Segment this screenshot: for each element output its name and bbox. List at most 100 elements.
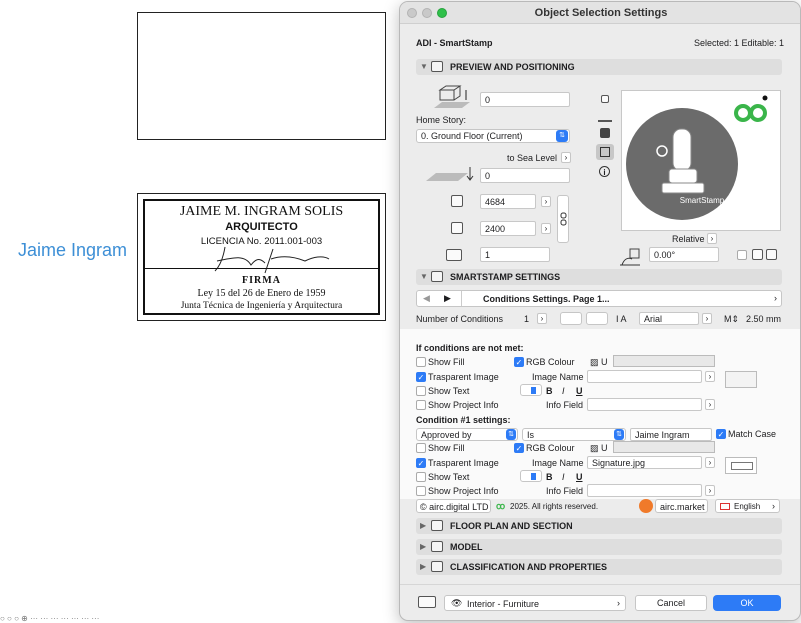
- page-title[interactable]: Conditions Settings. Page 1...: [483, 294, 610, 304]
- layer-stack-icon: [418, 596, 436, 608]
- condition-operator-select[interactable]: Is ⇅: [522, 428, 626, 441]
- underline-button[interactable]: U: [576, 386, 583, 396]
- cond-transparent-image-checkbox[interactable]: ✓: [416, 458, 426, 468]
- show-project-info-checkbox[interactable]: [416, 400, 426, 410]
- image-name-popup-button[interactable]: ›: [705, 371, 715, 382]
- collapsed-triangle-icon: ▶: [420, 542, 427, 551]
- conditions-popup-button[interactable]: ›: [537, 313, 547, 324]
- image-name-input[interactable]: [587, 370, 702, 383]
- layer-select[interactable]: 👁 Interior - Furniture ›: [444, 595, 626, 611]
- depth-popup-button[interactable]: ›: [541, 223, 551, 234]
- signature-stamp-frame[interactable]: JAIME M. INGRAM SOLIS ARQUITECTO LICENCI…: [137, 193, 386, 321]
- rotation-angle-icon: [620, 248, 640, 266]
- number-of-conditions-value[interactable]: 1: [524, 314, 529, 324]
- text-size-value[interactable]: 2.50 mm: [746, 314, 781, 324]
- market-link[interactable]: airc.market: [655, 499, 708, 513]
- condition-parameter-select[interactable]: Approved by ⇅: [416, 428, 518, 441]
- page-navigator: ◀ ▶ Conditions Settings. Page 1... ›: [416, 290, 782, 307]
- select-arrows-icon: ⇅: [614, 429, 624, 440]
- select-arrows-icon: ⇅: [506, 429, 516, 440]
- sea-level-input[interactable]: 0: [480, 168, 570, 183]
- sea-level-label: to Sea Level: [507, 153, 558, 163]
- ok-button[interactable]: OK: [713, 595, 781, 611]
- frame-style-button[interactable]: [586, 312, 608, 325]
- mirror-checkbox[interactable]: [737, 250, 747, 260]
- airc-logo-icon: ꝏ: [496, 501, 506, 511]
- show-text-checkbox[interactable]: [416, 386, 426, 396]
- font-select[interactable]: Arial: [639, 312, 699, 325]
- text-align-button[interactable]: [560, 312, 582, 325]
- match-case-checkbox[interactable]: ✓: [716, 429, 726, 439]
- cancel-button[interactable]: Cancel: [635, 595, 707, 611]
- cond-show-fill-label: Show Fill: [428, 443, 465, 453]
- bold-button[interactable]: B: [546, 386, 553, 396]
- text-colour-button[interactable]: [520, 384, 542, 396]
- cond-info-field-popup-button[interactable]: ›: [705, 485, 715, 496]
- show-fill-checkbox[interactable]: [416, 357, 426, 367]
- status-bar-fragment: ○ ○ ○ ⊕ ··· ··· ··· ··· ··· ··· ···: [0, 614, 100, 623]
- home-story-label: Home Story:: [416, 115, 467, 125]
- cond-text-colour-button[interactable]: [520, 470, 542, 482]
- info-icon[interactable]: i: [599, 166, 610, 177]
- text-size-icon: M⇕: [724, 314, 740, 324]
- info-field-popup-button[interactable]: ›: [705, 399, 715, 410]
- angle-input[interactable]: 0.00°: [649, 247, 719, 262]
- preview-positioning-header[interactable]: ▼ PREVIEW AND POSITIONING: [416, 59, 782, 75]
- model-section-header[interactable]: ▶ MODEL: [416, 539, 782, 555]
- cond-fill-colour-swatch[interactable]: [613, 441, 715, 453]
- height-icon: [446, 249, 462, 261]
- cond-bold-button[interactable]: B: [546, 472, 553, 482]
- cond-transparent-image-label: Trasparent Image: [428, 458, 499, 468]
- cond-image-name-input[interactable]: Signature.jpg: [587, 456, 702, 469]
- previous-page-button[interactable]: ◀: [423, 293, 430, 304]
- cond-show-fill-checkbox[interactable]: [416, 443, 426, 453]
- number-of-conditions-label: Number of Conditions: [416, 314, 504, 324]
- cond-show-text-checkbox[interactable]: [416, 472, 426, 482]
- font-popup-button[interactable]: ›: [702, 313, 712, 324]
- cond-info-field-input[interactable]: [587, 484, 702, 497]
- match-case-label: Match Case: [728, 429, 777, 439]
- vendor-link[interactable]: © airc.digital LTD: [416, 499, 491, 513]
- info-field-input[interactable]: [587, 398, 702, 411]
- list-view-icon[interactable]: [596, 144, 614, 160]
- width-popup-button[interactable]: ›: [541, 196, 551, 207]
- italic-button[interactable]: I: [562, 386, 565, 396]
- rgb-colour-checkbox[interactable]: ✓: [514, 357, 524, 367]
- elevation-input[interactable]: 0: [480, 92, 570, 107]
- collapsed-triangle-icon: ▶: [420, 562, 427, 571]
- empty-frame[interactable]: [137, 12, 386, 140]
- stamp-board: Junta Técnica de Ingeniería y Arquitectu…: [180, 301, 343, 311]
- cond-rgb-colour-checkbox[interactable]: ✓: [514, 443, 524, 453]
- link-proportions-button[interactable]: [557, 195, 569, 243]
- section-view-icon[interactable]: [598, 112, 612, 122]
- object-name: ADI - SmartStamp: [416, 38, 493, 48]
- show-fill-label: Show Fill: [428, 357, 465, 367]
- next-page-button[interactable]: ▶: [444, 293, 451, 304]
- depth-icon: [451, 222, 463, 234]
- width-input[interactable]: 4684: [480, 194, 536, 209]
- 2d-view-icon[interactable]: [601, 95, 609, 103]
- 3d-view-icon[interactable]: [600, 128, 610, 138]
- floor-plan-section-header[interactable]: ▶ FLOOR PLAN AND SECTION: [416, 518, 782, 534]
- depth-input[interactable]: 2400: [480, 221, 536, 236]
- classification-section-header[interactable]: ▶ CLASSIFICATION AND PROPERTIES: [416, 559, 782, 575]
- condition-value-input[interactable]: Jaime Ingram: [630, 428, 712, 441]
- cond-image-name-label: Image Name: [532, 458, 584, 468]
- language-select[interactable]: English ›: [715, 499, 780, 513]
- home-story-select[interactable]: 0. Ground Floor (Current) ⇅: [416, 129, 570, 143]
- page-menu-chevron-icon[interactable]: ›: [774, 293, 777, 303]
- classification-section-icon: [431, 561, 443, 572]
- fill-colour-swatch[interactable]: [613, 355, 715, 367]
- cond-underline-button[interactable]: U: [576, 472, 583, 482]
- smartstamp-settings-header[interactable]: ▼ SMARTSTAMP SETTINGS: [416, 269, 782, 285]
- relative-popup-button[interactable]: ›: [707, 233, 717, 244]
- handwritten-signature: [214, 246, 330, 274]
- cond-italic-button[interactable]: I: [562, 472, 565, 482]
- cond-rgb-colour-label: RGB Colour: [526, 443, 575, 453]
- transparent-image-checkbox[interactable]: ✓: [416, 372, 426, 382]
- sea-level-popup-button[interactable]: ›: [561, 152, 571, 163]
- cond-show-project-info-checkbox[interactable]: [416, 486, 426, 496]
- cond-image-name-popup-button[interactable]: ›: [705, 457, 715, 468]
- show-project-info-label: Show Project Info: [428, 400, 499, 410]
- height-input[interactable]: 1: [480, 247, 550, 262]
